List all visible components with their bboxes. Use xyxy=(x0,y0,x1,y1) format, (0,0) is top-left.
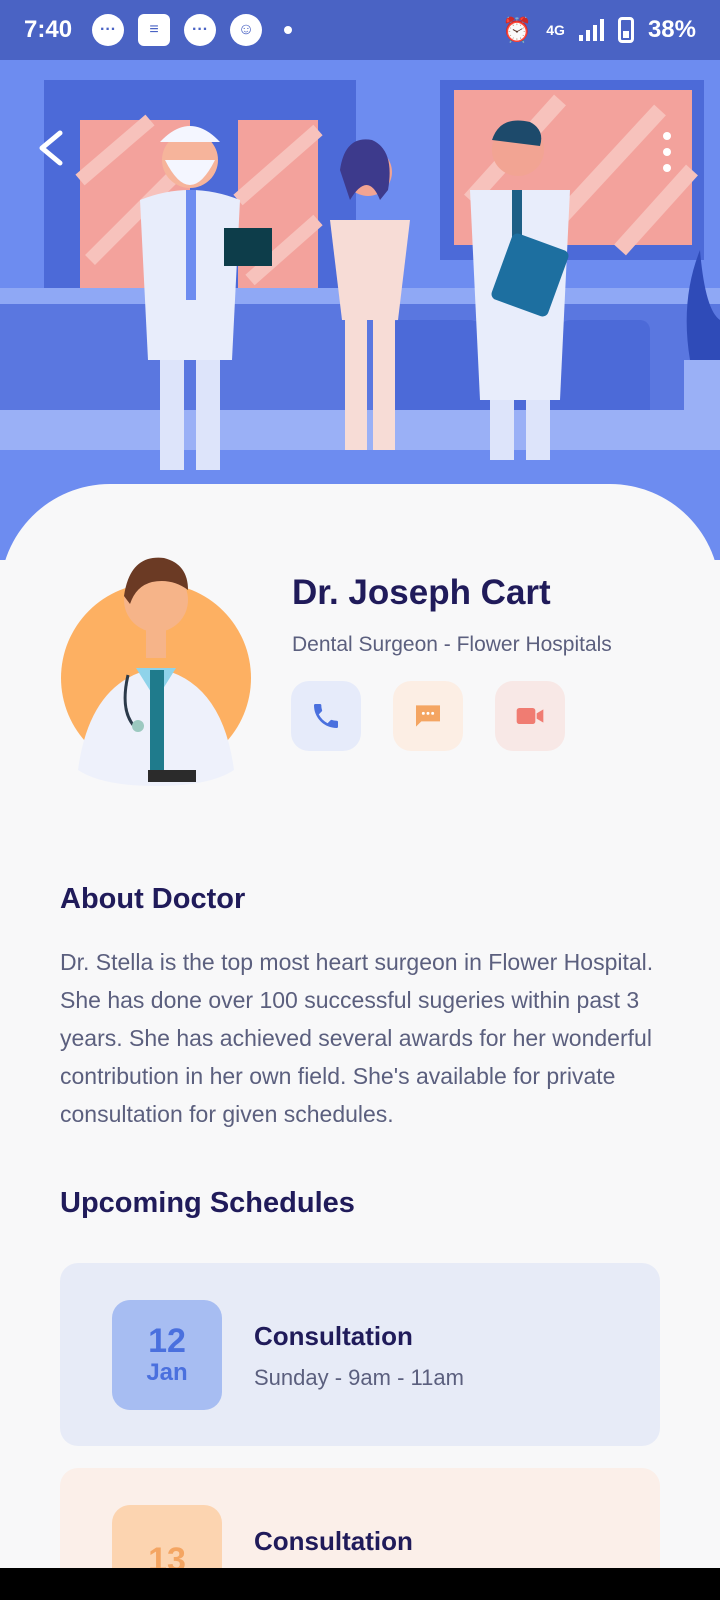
more-notifications-icon xyxy=(284,26,293,34)
news-notification-icon: ≡ xyxy=(138,14,171,46)
more-dot xyxy=(663,148,671,156)
chevron-left-icon xyxy=(39,130,63,166)
messenger-notification-icon: ··· xyxy=(92,14,125,46)
signal-icon xyxy=(578,19,604,41)
schedule-card[interactable]: 12 Jan Consultation Sunday - 9am - 11am xyxy=(60,1263,660,1446)
schedule-month: Jan xyxy=(146,1359,188,1386)
about-title: About Doctor xyxy=(60,883,246,915)
schedule-day: 12 xyxy=(148,1322,186,1360)
back-button[interactable] xyxy=(36,130,72,170)
phone-icon xyxy=(314,704,338,728)
more-dot xyxy=(663,132,671,140)
system-nav-bar xyxy=(0,1568,720,1600)
schedules-title: Upcoming Schedules xyxy=(60,1187,355,1219)
about-text: Dr. Stella is the top most heart surgeon… xyxy=(60,949,654,1127)
battery-level: 38% xyxy=(647,16,696,43)
schedule-time: Sunday - 9am - 11am xyxy=(254,1365,464,1390)
more-dot xyxy=(663,164,671,172)
video-icon xyxy=(516,708,544,724)
network-type: 4G xyxy=(546,22,565,38)
doctor-name: Dr. Joseph Cart xyxy=(292,573,551,612)
battery-icon xyxy=(617,17,634,43)
schedule-name: Consultation xyxy=(254,1321,413,1351)
video-call-button[interactable] xyxy=(495,681,565,751)
schedule-date: 12 Jan xyxy=(112,1300,222,1410)
chat-button[interactable] xyxy=(393,681,463,751)
doctor-subtitle: Dental Surgeon - Flower Hospitals xyxy=(292,633,612,656)
chat-notification-icon: ··· xyxy=(184,14,217,46)
more-options-button[interactable] xyxy=(660,132,674,172)
chat-icon xyxy=(416,705,440,727)
doctor-avatar xyxy=(61,557,251,786)
status-bar: 7:40 ··· ≡ ··· ☺ ⏰ 4G 38% xyxy=(0,0,720,60)
snapchat-notification-icon: ☺ xyxy=(230,14,263,46)
status-time: 7:40 xyxy=(24,16,73,43)
schedule-name: Consultation xyxy=(254,1526,413,1556)
status-right: ⏰ 4G 38% xyxy=(502,16,696,45)
alarm-icon: ⏰ xyxy=(502,16,533,44)
call-button[interactable] xyxy=(291,681,361,751)
